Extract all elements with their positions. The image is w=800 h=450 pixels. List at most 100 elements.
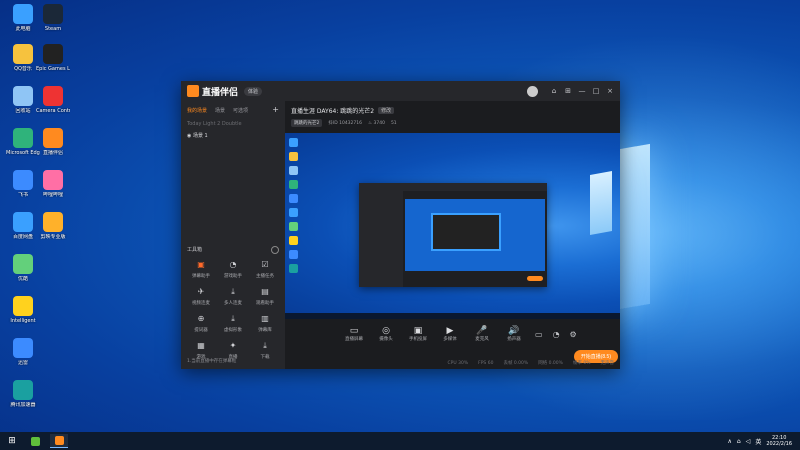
system-tray: ∧ ⌂ ◁ 英 22:10 2022/2/16 <box>728 435 800 447</box>
extra-control-icon[interactable]: ⚙ <box>570 330 577 339</box>
desktop-icon[interactable]: Steam <box>36 4 70 32</box>
desktop-icon[interactable]: 此电脑 <box>6 4 40 32</box>
taskbar-app[interactable] <box>26 434 44 448</box>
tool-icon: ✈ <box>197 287 205 296</box>
close-button[interactable]: × <box>606 87 614 95</box>
taskbar-app[interactable] <box>50 434 68 448</box>
likes-count: ♨ 3740 <box>368 120 385 126</box>
desktop-icon[interactable]: 腾讯加速器 <box>6 380 40 408</box>
tray-expand-icon[interactable]: ∧ <box>728 438 732 445</box>
scene-item[interactable]: ◉ 场景 1 <box>181 132 285 139</box>
tool-label: 视频连麦 <box>192 301 210 306</box>
scene-tabs: 我的场景 场景 可选项 + <box>181 101 285 115</box>
tab-options[interactable]: 可选项 <box>233 107 248 114</box>
tab-scenes[interactable]: 场景 <box>215 107 225 114</box>
edit-title-button[interactable]: 修改 <box>378 107 395 114</box>
stream-preview[interactable] <box>285 133 620 319</box>
tool-label: 多人连麦 <box>224 301 242 306</box>
app-icon <box>13 44 33 64</box>
tool-icon: ▦ <box>197 341 205 350</box>
control-label: 多媒体 <box>443 337 457 342</box>
source-control[interactable]: ▭ 直播屏幕 <box>343 326 365 342</box>
source-control[interactable]: ▶ 多媒体 <box>439 326 461 342</box>
category-chip[interactable]: 跳跳的光芒2 <box>291 119 323 127</box>
tool-item[interactable]: ◔ 游戏助手 <box>217 260 249 279</box>
desktop-icon[interactable]: 直播伴侣 <box>36 128 70 156</box>
app-icon <box>43 128 63 148</box>
tool-item[interactable]: ⊕ 提词器 <box>185 314 217 333</box>
tool-item[interactable]: ▣ 弹幕助手 <box>185 260 217 279</box>
ime-indicator[interactable]: 英 <box>755 437 761 446</box>
tool-item[interactable]: ✈ 视频连麦 <box>185 287 217 306</box>
tool-label: 弹幕助手 <box>192 274 210 279</box>
maximize-button[interactable]: □ <box>592 87 600 95</box>
desktop-icon[interactable]: 哔哩哔哩 <box>36 170 70 198</box>
app-logo-icon <box>187 85 199 97</box>
clock[interactable]: 22:10 2022/2/16 <box>766 435 792 447</box>
source-control[interactable]: ◎ 摄像头 <box>375 326 397 342</box>
version-badge[interactable]: 体验 <box>244 86 263 96</box>
tool-item[interactable]: ⤓ 下载 <box>249 341 281 360</box>
clock-date: 2022/2/16 <box>766 441 792 447</box>
avatar[interactable] <box>527 85 538 97</box>
control-icon: ▶ <box>446 326 454 336</box>
tab-my-scenes[interactable]: 我的场景 <box>187 107 207 114</box>
desktop-icon-label: 回收站 <box>15 108 31 114</box>
desktop-icon[interactable]: Microsoft Edge <box>6 128 40 156</box>
stream-id: 抖ID 10432716 <box>328 121 363 126</box>
source-control[interactable]: 🔊 扬声器 <box>503 326 525 342</box>
tool-icon: ⤓ <box>263 341 267 350</box>
app-icon <box>13 254 33 274</box>
extra-control-icon[interactable]: ◔ <box>553 330 560 339</box>
start-button[interactable]: ⊞ <box>4 436 20 446</box>
desktop-icon[interactable]: 百度网盘 <box>6 212 40 240</box>
tool-item[interactable]: ⤓ 虚拟形象 <box>217 314 249 333</box>
home-icon[interactable]: ⌂ <box>550 87 558 95</box>
desktop-icon[interactable]: 迅雷 <box>6 338 40 366</box>
toolbox-more-icon[interactable] <box>271 246 279 254</box>
desktop-icon[interactable]: 优酷 <box>6 254 40 282</box>
scene-item-label: ◉ 场景 1 <box>187 133 208 139</box>
left-panel: 我的场景 场景 可选项 + Today Light 2 Doubtle ◉ 场景… <box>181 101 285 369</box>
app-icon <box>13 380 33 400</box>
app-icon <box>13 86 33 106</box>
tool-label: 弹幕库 <box>258 328 272 333</box>
desktop-icon[interactable]: 飞书 <box>6 170 40 198</box>
tool-icon: ⊕ <box>197 314 205 323</box>
tool-label: 主播任务 <box>256 274 274 279</box>
tool-item[interactable]: ☑ 主播任务 <box>249 260 281 279</box>
desktop-icon-label: Camera Control <box>36 108 70 114</box>
viewer-count: 51 <box>390 120 397 126</box>
scene-source-placeholder[interactable]: Today Light 2 Doubtle <box>181 121 285 127</box>
tool-icon: ⤓ <box>231 314 235 323</box>
network-icon[interactable]: ⌂ <box>737 438 741 445</box>
nested-preview-window <box>359 183 547 287</box>
tool-item[interactable]: ▥ 弹幕库 <box>249 314 281 333</box>
status-bar: CPU 30% FPS 60 丢帧 0.00% 网络 0.00% 帧率 0% 无声音 <box>285 357 620 369</box>
control-icon: ▣ <box>413 326 423 336</box>
tool-item[interactable]: ▤ 观看助手 <box>249 287 281 306</box>
desktop-icon[interactable]: 剪映专业版 <box>36 212 70 240</box>
tool-icon: ✦ <box>229 341 237 350</box>
desktop-icon[interactable]: QQ音乐 <box>6 44 40 72</box>
tool-icon: ⤓ <box>231 287 235 296</box>
volume-icon[interactable]: ◁ <box>746 438 751 445</box>
tool-label: 虚拟形象 <box>224 328 242 333</box>
app-logo: 直播伴侣 <box>187 85 238 98</box>
tool-item[interactable]: ⤓ 多人连麦 <box>217 287 249 306</box>
desktop-icon[interactable]: Camera Control <box>36 86 70 114</box>
control-label: 扬声器 <box>507 337 521 342</box>
stream-title-row: 直播生涯 DAY64: 跳跳的光芒2 修改 <box>291 106 614 115</box>
source-control[interactable]: 🎤 麦克风 <box>471 326 493 342</box>
layout-icon[interactable]: ⊞ <box>564 87 572 95</box>
desktop-icon[interactable]: Intelligent <box>6 296 40 324</box>
minimize-button[interactable]: — <box>578 87 586 95</box>
desktop-icon[interactable]: 回收站 <box>6 86 40 114</box>
toolbox-grid: ▣ 弹幕助手 ◔ 游戏助手 ☑ 主播任务 ✈ 视频连麦 ⤓ 多人连麦 ▤ 观看助手 ⊕ 提词… <box>185 260 281 360</box>
desktop-icon-label: QQ音乐 <box>14 66 32 72</box>
tool-icon: ▥ <box>261 314 269 323</box>
desktop-icon[interactable]: Epic Games Launcher <box>36 44 70 72</box>
add-scene-icon[interactable]: + <box>272 106 279 114</box>
source-control[interactable]: ▣ 手机投屏 <box>407 326 429 342</box>
extra-control-icon[interactable]: ▭ <box>535 330 543 339</box>
